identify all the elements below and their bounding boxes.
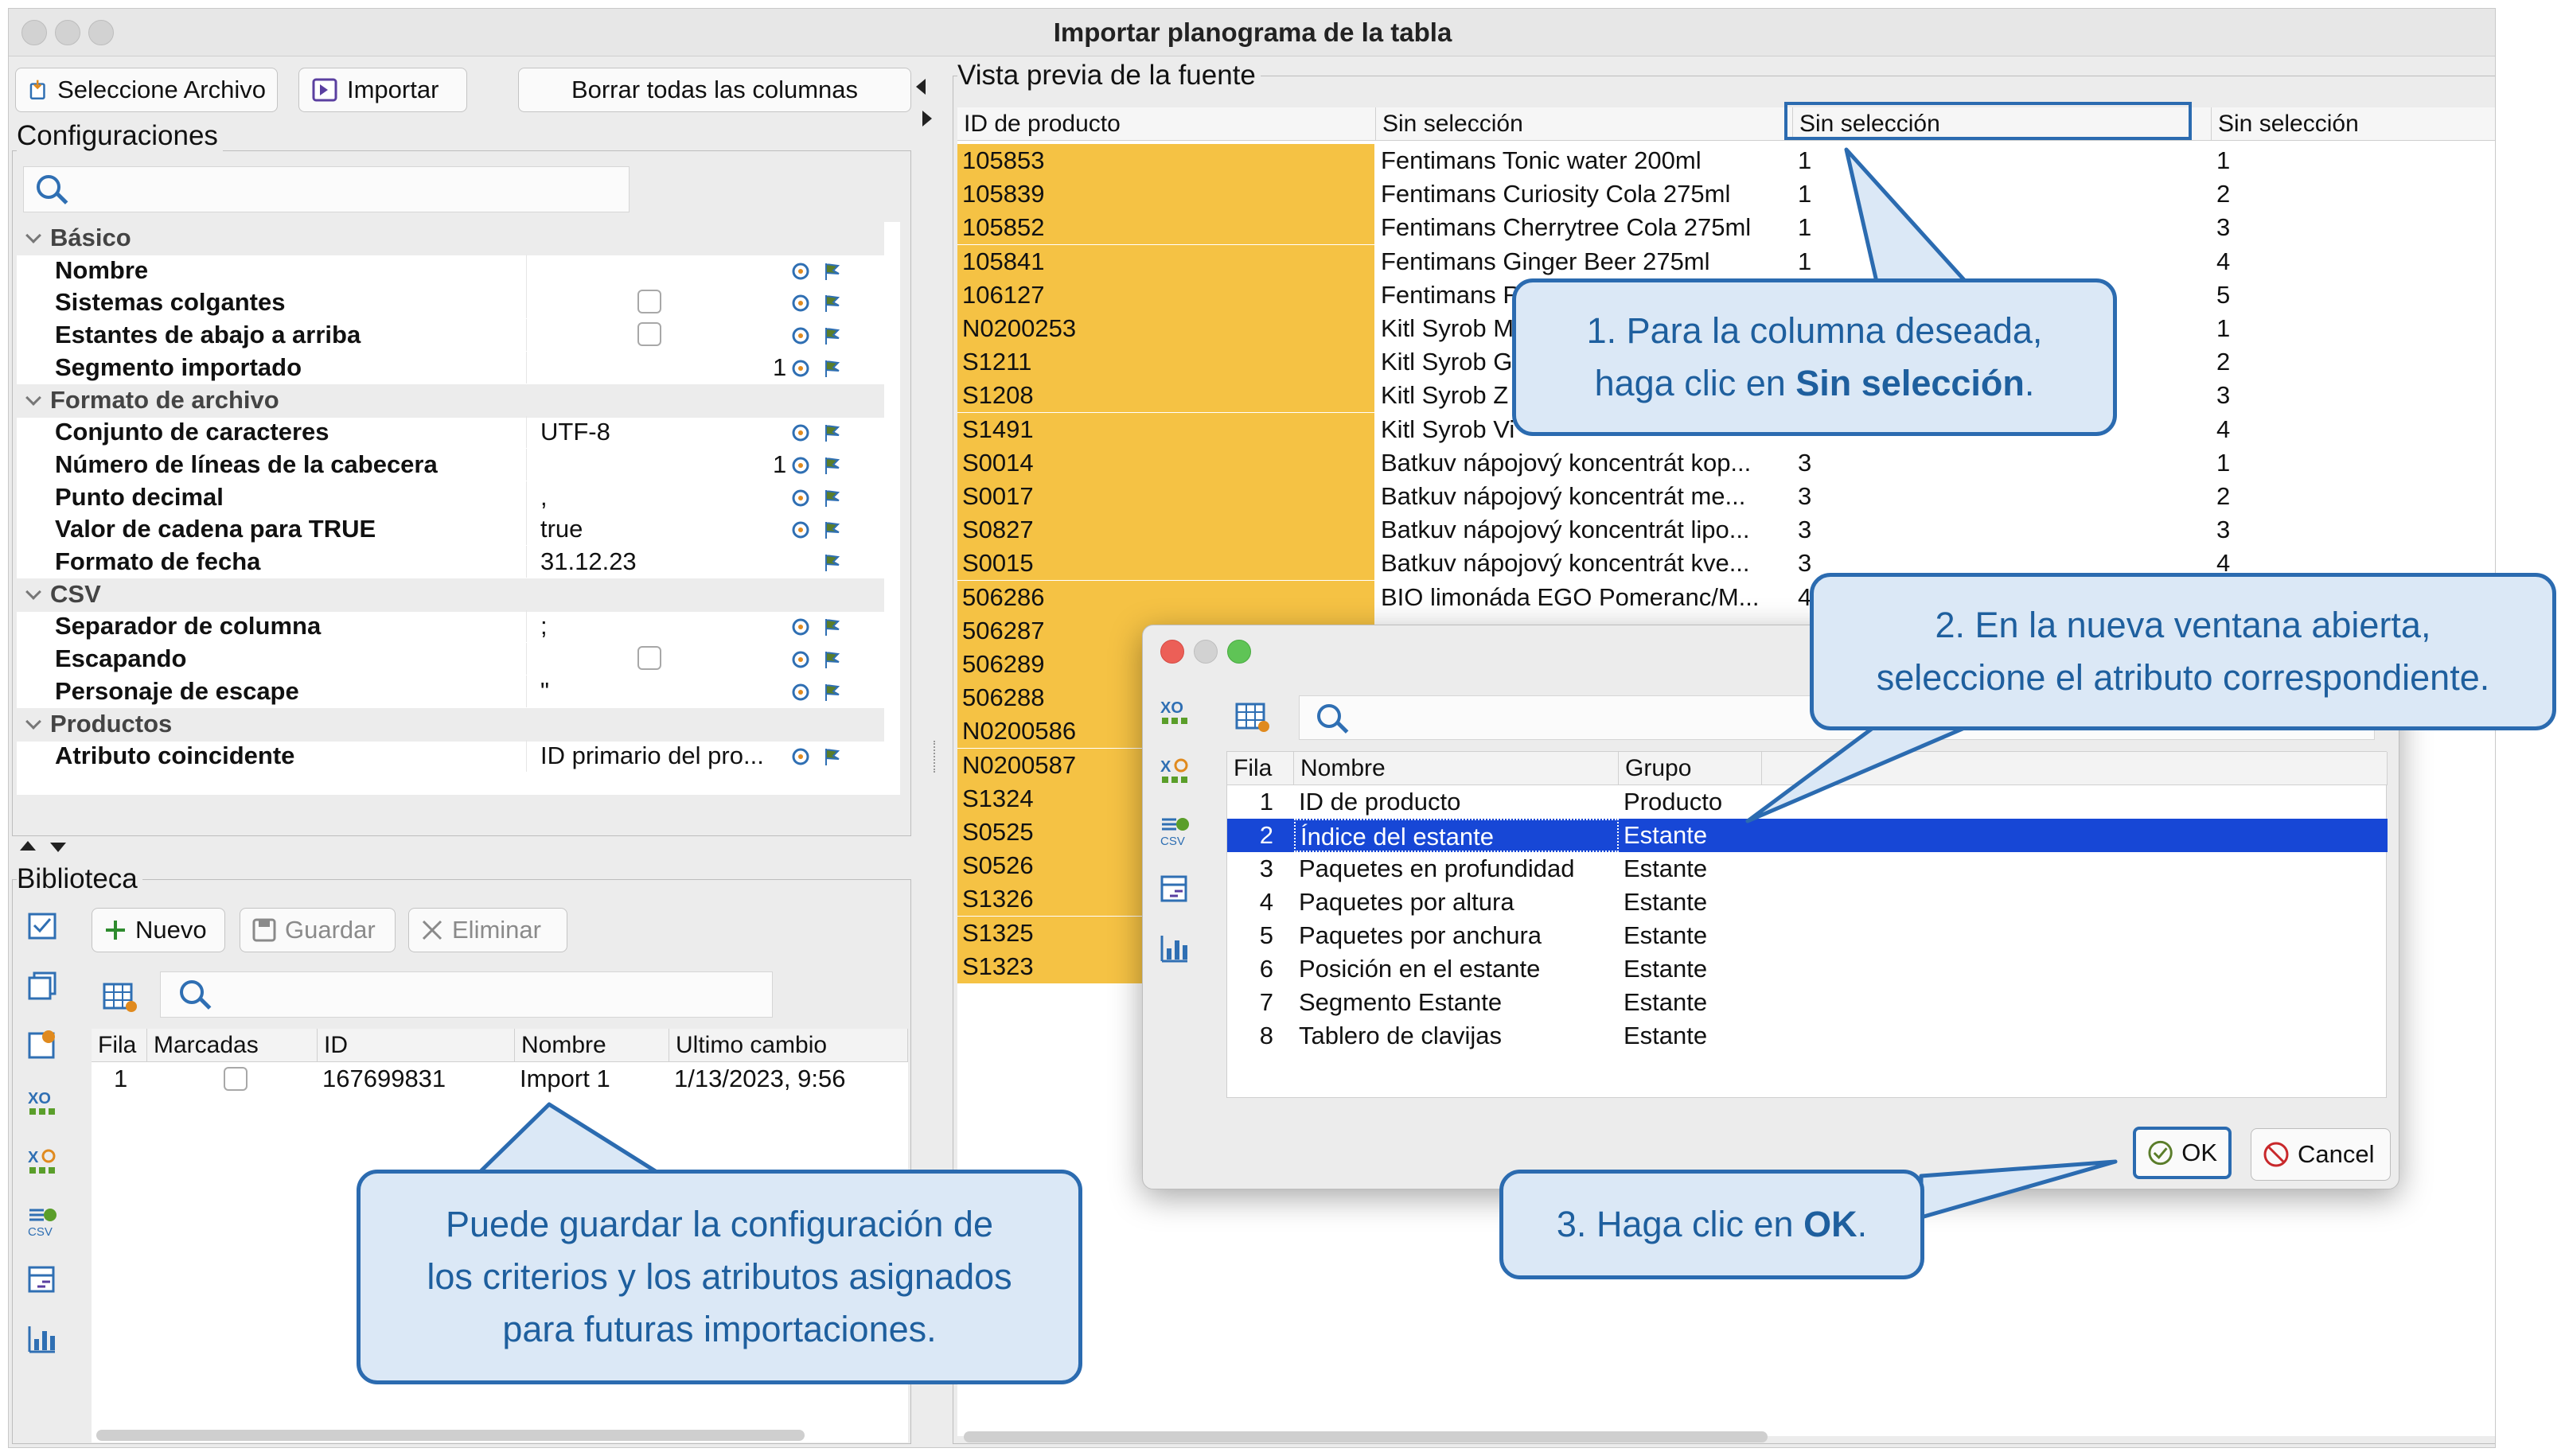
callout-4-pointer	[475, 1102, 663, 1177]
callout-4-line1: Puede guardar la configuración de	[446, 1204, 993, 1244]
callout-save-config: Puede guardar la configuración de los cr…	[357, 1170, 1082, 1384]
callout-1-line2-pre: haga clic en	[1594, 363, 1796, 403]
callout-1-line2-post: .	[2024, 363, 2035, 403]
callout-4-line3: para futuras importaciones.	[502, 1309, 937, 1349]
callout-3-post: .	[1857, 1204, 1868, 1244]
callout-4-line2: los criterios y los atributos asignados	[427, 1256, 1012, 1297]
callout-1-line1: 1. Para la columna deseada,	[1586, 310, 2043, 351]
callout-step-1: 1. Para la columna deseada, haga clic en…	[1512, 278, 2117, 436]
callout-3-pre: 3. Haga clic en	[1556, 1204, 1804, 1244]
callout-1-line2-bold: Sin selección	[1795, 363, 2025, 403]
callout-1-pointer	[1844, 147, 1968, 284]
callout-3-pointer	[1919, 1159, 2118, 1220]
callout-2-line2: seleccione el atributo correspondiente.	[1876, 657, 2490, 698]
callout-step-3: 3. Haga clic en OK.	[1499, 1170, 1924, 1279]
callout-2-line1: 2. En la nueva ventana abierta,	[1935, 605, 2431, 645]
callout-2-pointer	[1745, 722, 1976, 823]
callout-3-bold: OK	[1803, 1204, 1857, 1244]
callout-step-2: 2. En la nueva ventana abierta, seleccio…	[1810, 573, 2556, 730]
